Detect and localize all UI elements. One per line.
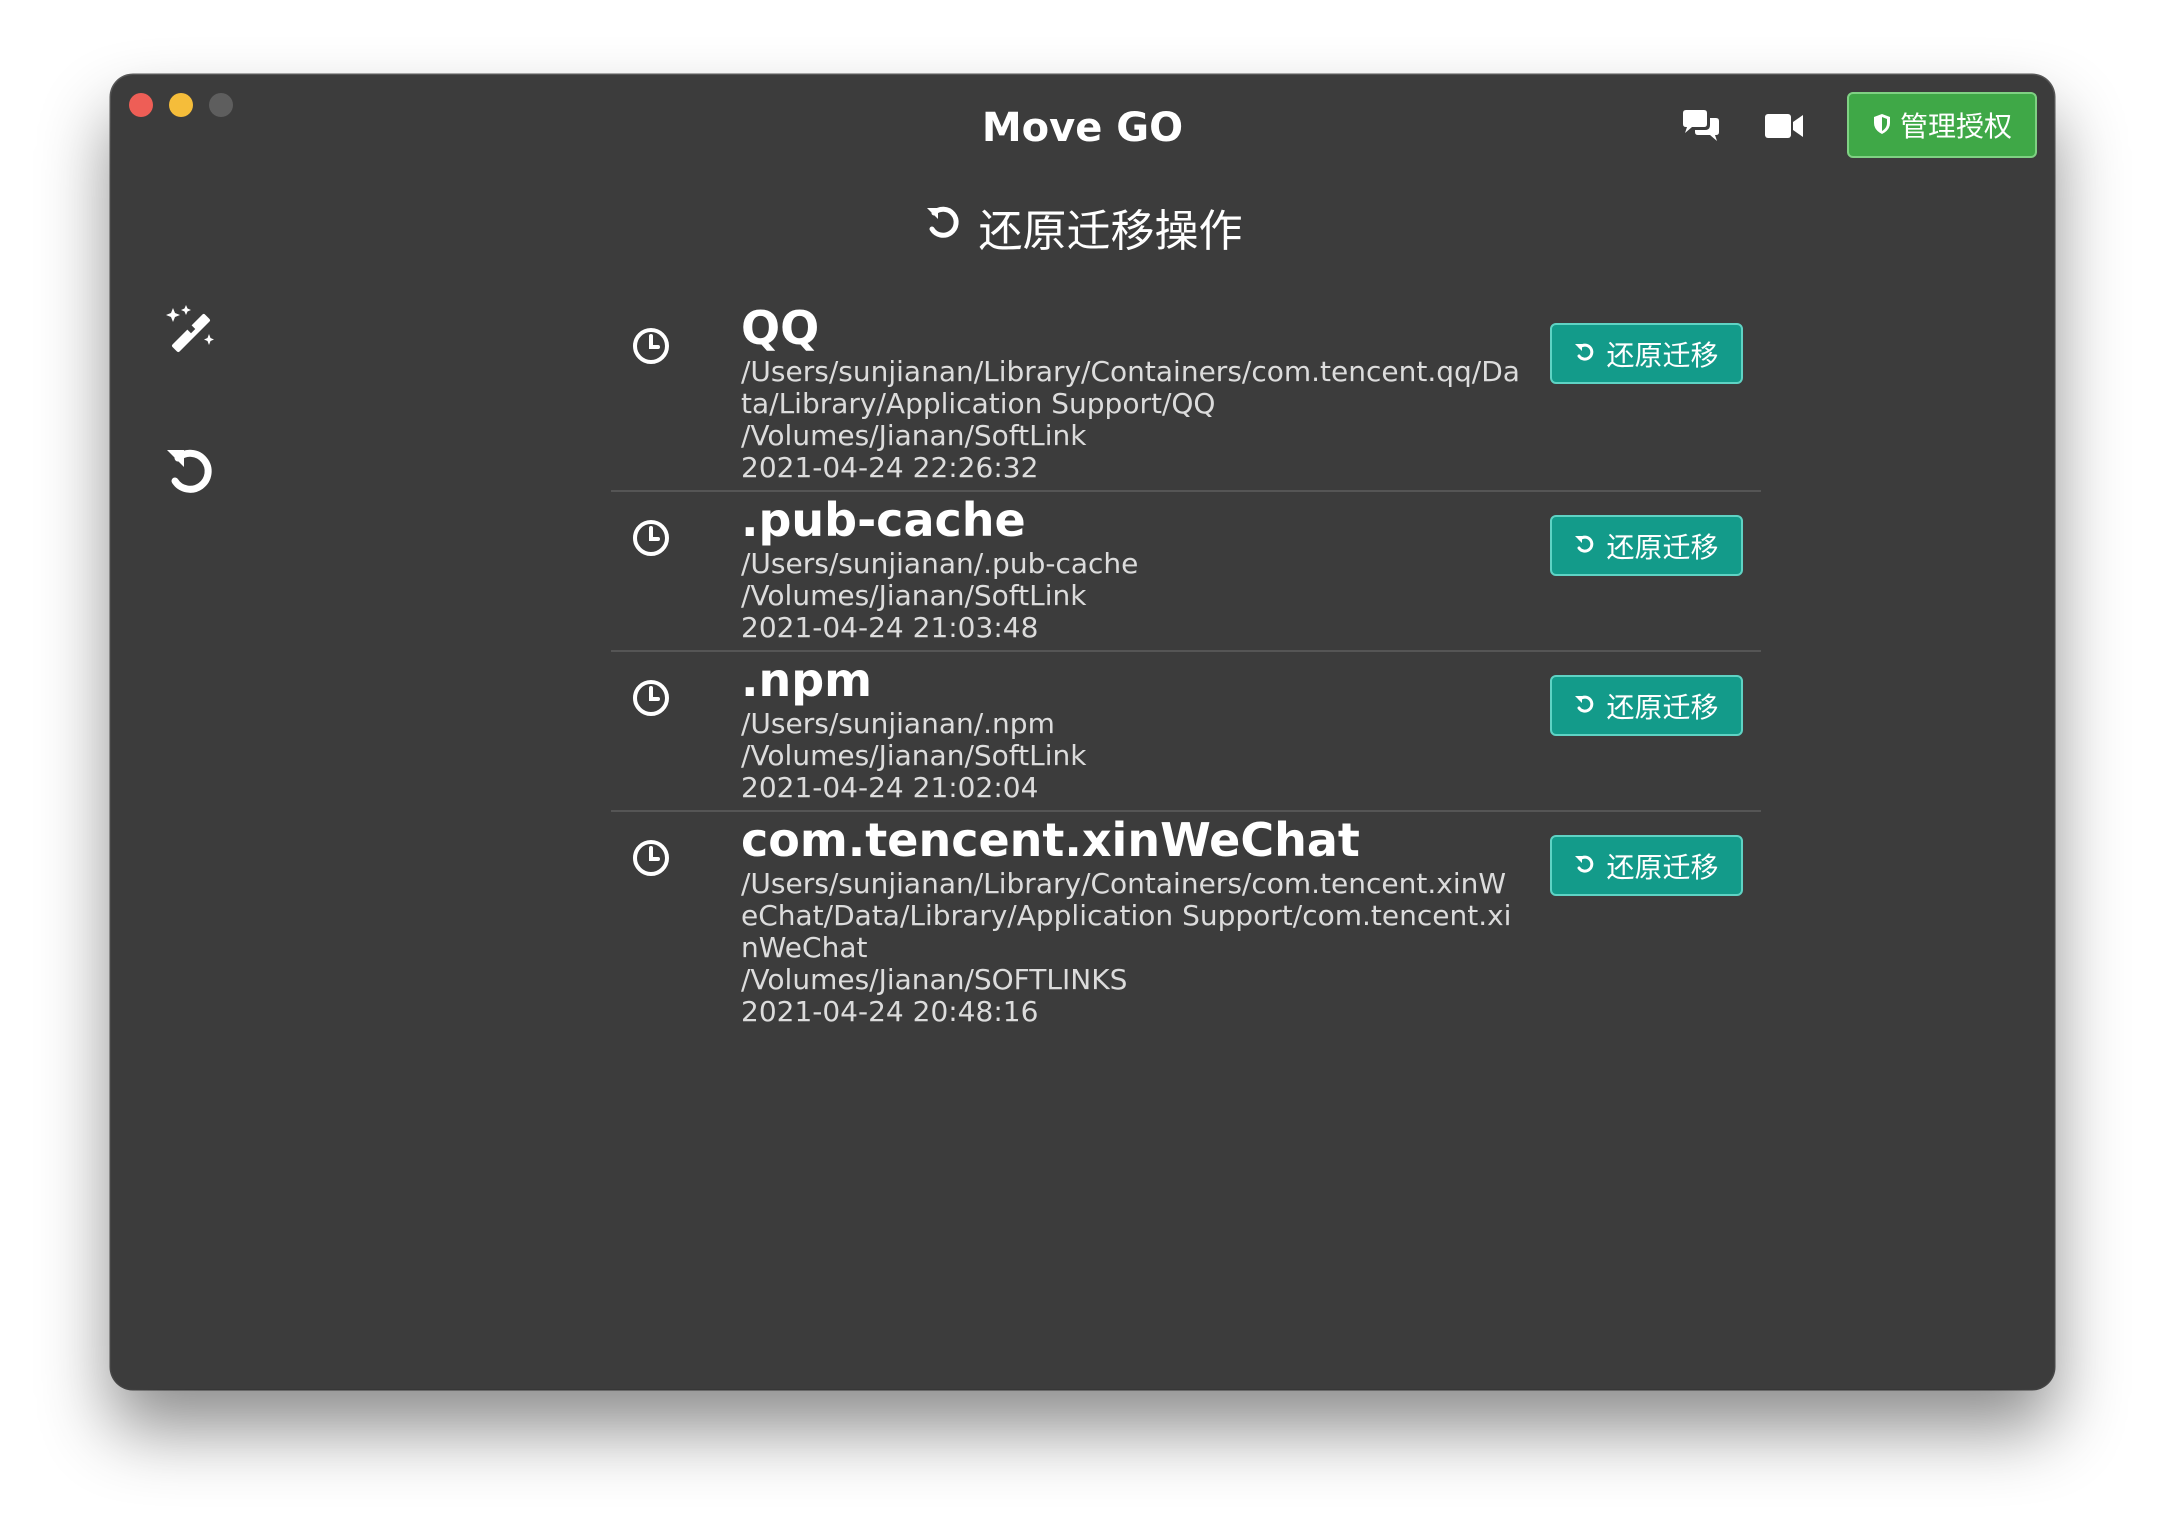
undo-icon <box>163 443 219 503</box>
record-source-path: /Users/sunjianan/.npm <box>741 707 1055 740</box>
clock-icon <box>631 326 671 370</box>
app-window: Move GO 管理授权 还原迁移操作 QQ /Users/sunjianan/… <box>111 75 2054 1389</box>
restore-migration-button[interactable]: 还原迁移 <box>1550 675 1743 736</box>
list-item: QQ /Users/sunjianan/Library/Containers/c… <box>611 300 1761 492</box>
sidebar-item-restore[interactable] <box>161 443 221 503</box>
header-actions <box>1680 109 1804 143</box>
magic-wand-icon <box>164 304 218 362</box>
list-item: com.tencent.xinWeChat /Users/sunjianan/L… <box>611 812 1761 1034</box>
restore-migration-label: 还原迁移 <box>1606 338 1719 372</box>
sidebar <box>161 303 221 583</box>
record-source-path: /Users/sunjianan/.pub-cache <box>741 547 1139 580</box>
list-item: .pub-cache /Users/sunjianan/.pub-cache /… <box>611 492 1761 652</box>
record-timestamp: 2021-04-24 22:26:32 <box>741 451 1039 484</box>
page-title-label: 还原迁移操作 <box>978 206 1243 257</box>
record-source-path: /Users/sunjianan/Library/Containers/com.… <box>741 867 1512 964</box>
restore-record-list: QQ /Users/sunjianan/Library/Containers/c… <box>611 300 1761 1034</box>
shield-icon <box>1872 109 1892 142</box>
restore-migration-label: 还原迁移 <box>1606 850 1719 884</box>
chat-icon[interactable] <box>1680 109 1722 143</box>
undo-icon <box>1574 849 1596 882</box>
record-target-path: /Volumes/Jianan/SoftLink <box>741 739 1087 772</box>
page-title: 还原迁移操作 <box>111 195 2054 259</box>
record-source-path: /Users/sunjianan/Library/Containers/com.… <box>741 355 1520 420</box>
manage-license-label: 管理授权 <box>1899 110 2012 143</box>
restore-migration-button[interactable]: 还原迁移 <box>1550 515 1743 576</box>
restore-migration-button[interactable]: 还原迁移 <box>1550 323 1743 384</box>
clock-icon <box>631 838 671 882</box>
video-icon[interactable] <box>1764 112 1804 140</box>
record-timestamp: 2021-04-24 21:02:04 <box>741 771 1039 804</box>
clock-icon <box>631 678 671 722</box>
record-timestamp: 2021-04-24 21:03:48 <box>741 611 1039 644</box>
manage-license-button[interactable]: 管理授权 <box>1847 92 2037 158</box>
undo-icon <box>923 202 963 253</box>
record-timestamp: 2021-04-24 20:48:16 <box>741 995 1039 1028</box>
record-target-path: /Volumes/Jianan/SOFTLINKS <box>741 963 1128 996</box>
record-target-path: /Volumes/Jianan/SoftLink <box>741 419 1087 452</box>
list-item: .npm /Users/sunjianan/.npm /Volumes/Jian… <box>611 652 1761 812</box>
restore-migration-button[interactable]: 还原迁移 <box>1550 835 1743 896</box>
record-target-path: /Volumes/Jianan/SoftLink <box>741 579 1087 612</box>
restore-migration-label: 还原迁移 <box>1606 690 1719 724</box>
undo-icon <box>1574 529 1596 562</box>
undo-icon <box>1574 689 1596 722</box>
sidebar-item-migrate[interactable] <box>161 303 221 363</box>
restore-migration-label: 还原迁移 <box>1606 530 1719 564</box>
clock-icon <box>631 518 671 562</box>
undo-icon <box>1574 337 1596 370</box>
